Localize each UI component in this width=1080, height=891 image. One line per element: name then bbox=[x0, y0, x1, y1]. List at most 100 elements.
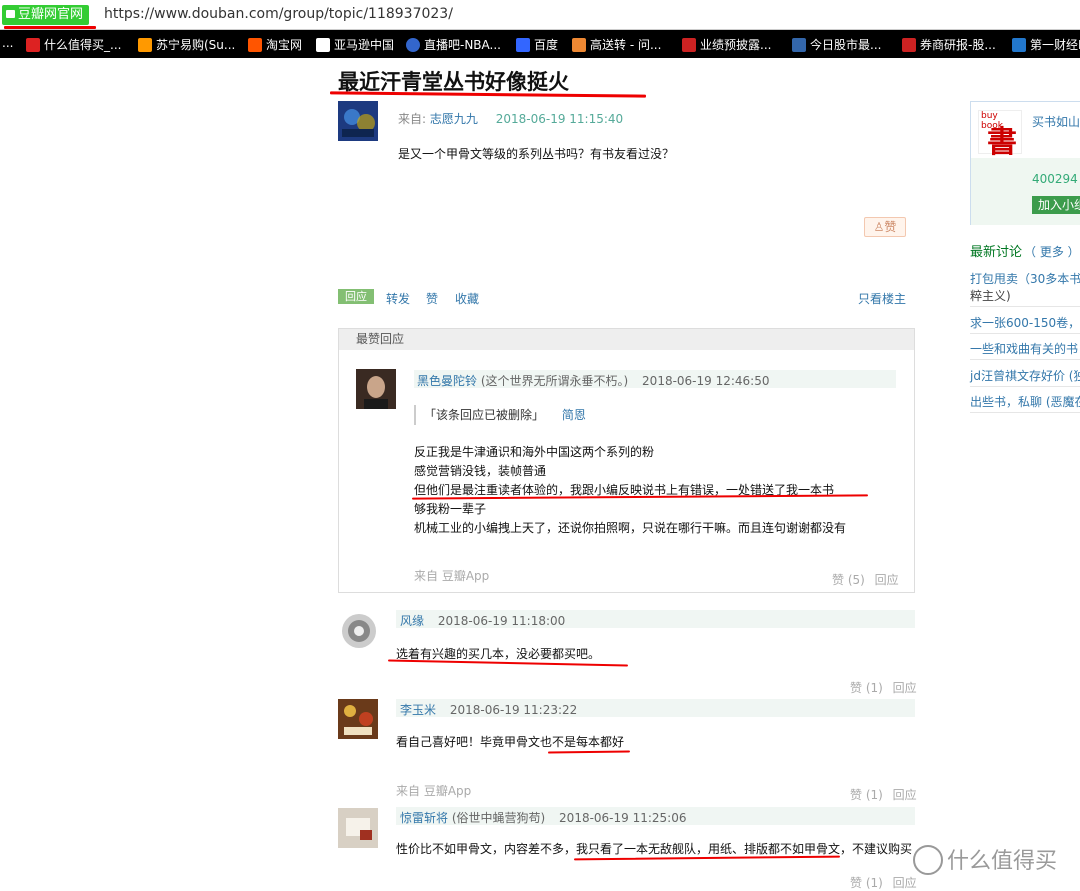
bookmark-label: 苏宁易购(Su... bbox=[156, 38, 236, 52]
bookmark-label: 淘宝网 bbox=[266, 38, 303, 52]
bookmark-label: 什么值得买_... bbox=[44, 38, 122, 52]
latest-item[interactable]: 打包甩卖（30多本书2 bbox=[970, 270, 1080, 287]
reply-reply-link[interactable]: 回应 bbox=[893, 788, 917, 802]
address-bar[interactable]: 豆瓣网官网 https://www.douban.com/group/topic… bbox=[0, 0, 1080, 30]
site-identity-badge[interactable]: 豆瓣网官网 bbox=[2, 5, 90, 25]
avatar[interactable] bbox=[338, 808, 378, 848]
latest-discussions-heading: 最新讨论（ 更多 ） bbox=[970, 241, 1080, 260]
suning-icon bbox=[138, 38, 152, 52]
group-logo[interactable]: buy book 書 bbox=[978, 110, 1022, 160]
latest-item[interactable]: 出些书，私聊 (恶魔在 bbox=[970, 393, 1080, 410]
best-replies-panel: 最赞回应 bbox=[338, 328, 915, 593]
only-op-link[interactable]: 只看楼主 bbox=[858, 290, 906, 307]
reply-actions: 赞 (1) 回应 bbox=[850, 874, 917, 891]
watermark: 什么值得买 bbox=[913, 843, 1057, 875]
bookmark-item[interactable]: 百度 bbox=[516, 36, 558, 53]
reply-reply-link[interactable]: 回应 bbox=[893, 681, 917, 695]
lock-icon bbox=[6, 10, 15, 18]
reply-user-link[interactable]: 风缘 bbox=[400, 614, 424, 628]
reply-meta: 风缘 2018-06-19 11:18:00 bbox=[400, 612, 565, 629]
group-name-link[interactable]: 买书如山 bbox=[1032, 113, 1080, 130]
thumbs-up-icon: ♙ bbox=[873, 220, 885, 234]
red-underline-annotation bbox=[547, 750, 631, 754]
url-text[interactable]: https://www.douban.com/group/topic/11893… bbox=[104, 6, 453, 22]
collect-link[interactable]: 收藏 bbox=[455, 290, 479, 307]
amazon-icon bbox=[316, 38, 330, 52]
bookmark-item[interactable]: 今日股市最... bbox=[792, 36, 881, 53]
reply-datetime: 2018-06-19 12:46:50 bbox=[642, 374, 770, 388]
reply-user-link[interactable]: 李玉米 bbox=[400, 703, 436, 717]
topic-meta: 来自: 志愿九九 2018-06-19 11:15:40 bbox=[398, 110, 623, 127]
latest-item[interactable]: jd汪曾祺文存好价 (独 bbox=[970, 367, 1080, 384]
reply-tag[interactable]: 回应 bbox=[338, 289, 374, 304]
forward-link[interactable]: 转发 bbox=[386, 290, 410, 307]
bookmark-item[interactable]: 苏宁易购(Su... bbox=[138, 36, 235, 53]
reply-user-link[interactable]: 惊雷斩将 bbox=[400, 811, 448, 825]
bookmark-item[interactable]: ... bbox=[2, 36, 13, 50]
site-identity-label: 豆瓣网官网 bbox=[18, 7, 84, 22]
avatar[interactable] bbox=[356, 369, 396, 409]
author-link[interactable]: 志愿九九 bbox=[430, 112, 478, 126]
bookmark-item[interactable]: 淘宝网 bbox=[248, 36, 302, 53]
reply-like-link[interactable]: 赞 (1) bbox=[850, 788, 883, 802]
watermark-text: 什么值得买 bbox=[947, 849, 1058, 874]
reply-user-link[interactable]: 黑色曼陀铃 bbox=[417, 374, 477, 388]
topic-datetime: 2018-06-19 11:15:40 bbox=[495, 112, 624, 126]
red-underline-annotation bbox=[4, 26, 96, 29]
reply-meta: 惊雷斩将 (俗世中蝇营狗苟) 2018-06-19 11:25:06 bbox=[400, 809, 687, 826]
reply-line: 机械工业的小编拽上天了，还说你拍照啊，只说在哪行干嘛。而且连句谢谢都没有 bbox=[414, 521, 847, 535]
latest-item[interactable]: 求一张600-150卷，不 bbox=[970, 314, 1080, 331]
bookmark-label: 业绩预披露... bbox=[700, 38, 772, 52]
bookmark-item[interactable]: 业绩预披露... bbox=[682, 36, 771, 53]
avatar[interactable] bbox=[338, 610, 380, 652]
reply-meta: 李玉米 2018-06-19 11:23:22 bbox=[400, 701, 577, 718]
reply-text: 性价比不如甲骨文，内容差不多，我只看了一本无敌舰队，用纸、排版都不如甲骨文，不建… bbox=[396, 842, 913, 856]
eastmoney-icon bbox=[792, 38, 806, 52]
avatar[interactable] bbox=[338, 101, 378, 141]
join-group-button[interactable]: 加入小组 bbox=[1032, 196, 1080, 214]
latest-item-cont: 粹主义) bbox=[970, 289, 1011, 303]
bookmark-label: 直播吧-NBA... bbox=[424, 38, 501, 52]
reply-reply-link[interactable]: 回应 bbox=[875, 573, 899, 587]
latest-item[interactable]: 一些和戏曲有关的书 bbox=[970, 340, 1078, 357]
reply-line: 够我粉一辈子 bbox=[414, 502, 487, 516]
avatar-image bbox=[338, 808, 378, 848]
reply-datetime: 2018-06-19 11:23:22 bbox=[449, 703, 578, 717]
group-stats bbox=[971, 158, 1080, 225]
avatar[interactable] bbox=[338, 699, 378, 739]
more-link[interactable]: （ 更多 ） bbox=[1024, 245, 1080, 259]
reply-text: 看自己喜好吧！毕竟甲骨文也不是每本都好 bbox=[396, 735, 625, 749]
like-link[interactable]: 赞 bbox=[426, 290, 438, 307]
bookmark-item[interactable]: 直播吧-NBA... bbox=[406, 36, 501, 53]
reply-datetime: 2018-06-19 11:18:00 bbox=[437, 614, 566, 628]
reply-meta: 黑色曼陀铃 (这个世界无所谓永垂不朽。) 2018-06-19 12:46:50 bbox=[417, 372, 770, 389]
avatar-image bbox=[338, 101, 378, 141]
avatar-image bbox=[338, 699, 378, 739]
like-button[interactable]: ♙赞 bbox=[864, 217, 906, 237]
bookmark-item[interactable]: 第一财经I bbox=[1012, 36, 1080, 53]
divider bbox=[970, 359, 1080, 360]
reply-source: 来自 豆瓣App bbox=[414, 569, 490, 583]
smzdm-logo-icon bbox=[913, 845, 943, 875]
bookmark-label: 第一财经I bbox=[1030, 38, 1080, 52]
reply-line: 反正我是牛津通识和海外中国这两个系列的粉 bbox=[414, 445, 655, 459]
reply-like-link[interactable]: 赞 (1) bbox=[850, 681, 883, 695]
bookmark-item[interactable]: 高送转 - 问... bbox=[572, 36, 661, 53]
bookmarks-bar: ... 什么值得买_... 苏宁易购(Su... 淘宝网 亚马逊中国 直播吧-N… bbox=[0, 30, 1080, 58]
yicai-icon bbox=[1012, 38, 1026, 52]
quoted-reply: 「该条回应已被删除」 简恩 bbox=[414, 405, 586, 425]
reply-datetime: 2018-06-19 11:25:06 bbox=[559, 811, 687, 825]
bookmark-item[interactable]: 亚马逊中国 bbox=[316, 36, 394, 53]
quote-author-link[interactable]: 简恩 bbox=[562, 408, 586, 422]
bookmark-item[interactable]: 什么值得买_... bbox=[26, 36, 121, 53]
zhibo8-icon bbox=[406, 38, 420, 52]
bookmark-label: 券商研报-股... bbox=[920, 38, 996, 52]
reply-like-link[interactable]: 赞 (5) bbox=[832, 573, 865, 587]
divider bbox=[970, 386, 1080, 387]
research-icon bbox=[902, 38, 916, 52]
reply-source: 来自 豆瓣App bbox=[396, 784, 472, 798]
bookmark-item[interactable]: 券商研报-股... bbox=[902, 36, 996, 53]
divider bbox=[970, 306, 1080, 307]
avatar-image bbox=[338, 610, 380, 652]
quote-text: 「该条回应已被删除」 bbox=[424, 408, 545, 422]
